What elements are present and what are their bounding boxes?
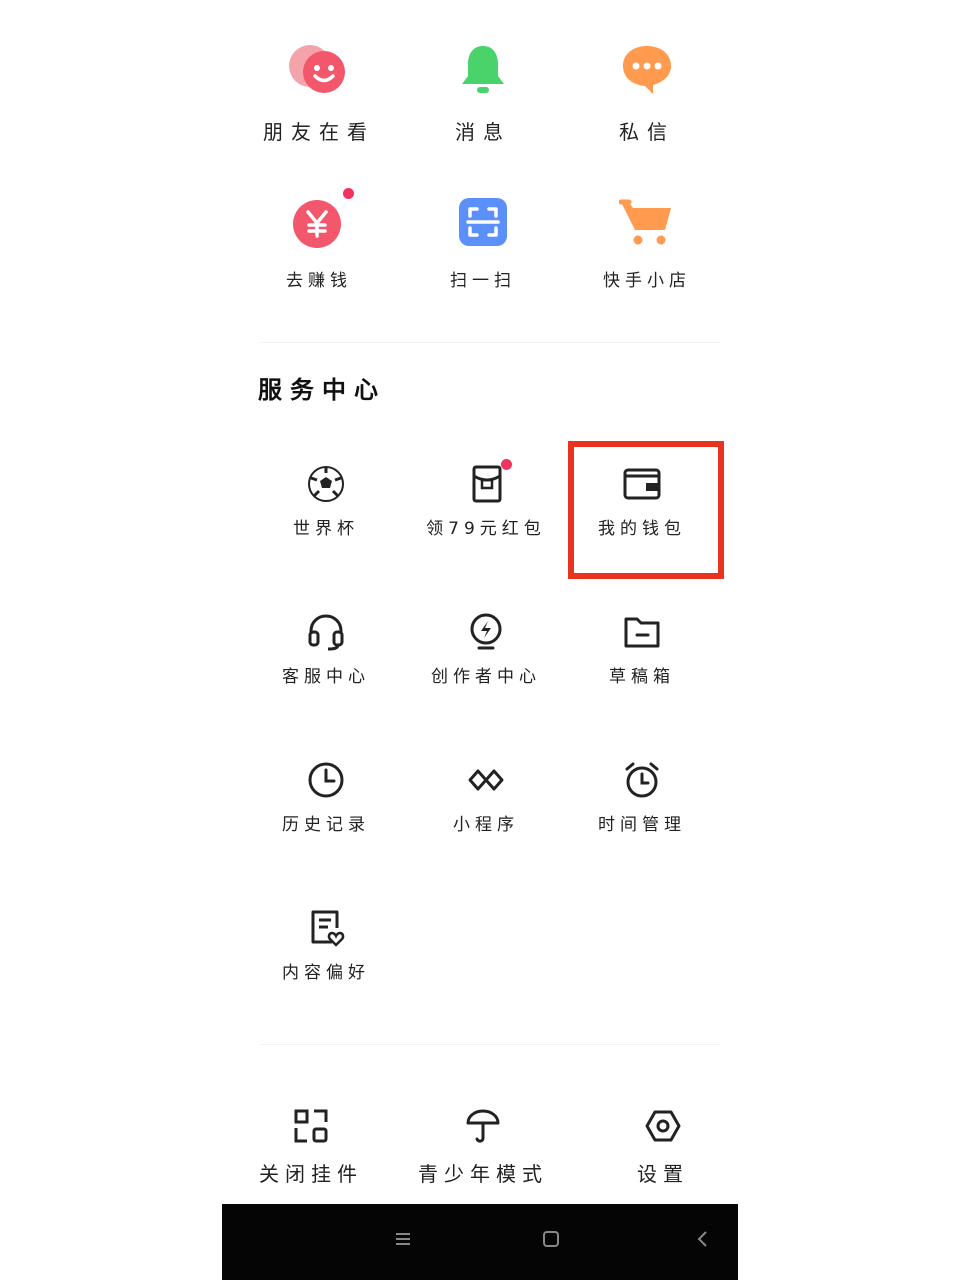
service-item-world-cup[interactable]: 世界杯 [251, 464, 401, 539]
notification-dot [501, 459, 512, 470]
service-item-drafts[interactable]: 草稿箱 [567, 612, 717, 687]
section-title-service-center: 服务中心 [258, 376, 386, 404]
bottom-item-label: 青少年模式 [418, 1162, 548, 1186]
service-item-history[interactable]: 历史记录 [251, 760, 401, 835]
grid-item-messages[interactable]: 消息 [408, 40, 558, 145]
bottom-item-label: 设置 [637, 1162, 689, 1186]
service-item-content-preference[interactable]: 内容偏好 [251, 908, 401, 983]
service-item-label: 草稿箱 [609, 667, 675, 687]
grid-item-label: 快手小店 [603, 271, 691, 291]
preference-doc-icon [306, 908, 346, 948]
service-item-label: 时间管理 [598, 815, 686, 835]
highlight-box [568, 441, 724, 579]
friends-watching-icon [288, 40, 350, 100]
alarm-clock-icon [622, 760, 662, 800]
grid-item-friends-watching[interactable]: 朋友在看 [244, 40, 394, 145]
widget-icon [293, 1108, 329, 1148]
service-item-time-management[interactable]: 时间管理 [567, 760, 717, 835]
soccer-ball-icon [306, 464, 346, 504]
settings-button[interactable]: 设置 [578, 1108, 748, 1187]
service-item-label: 小程序 [453, 815, 519, 835]
headset-icon [306, 612, 346, 652]
section-divider [260, 342, 720, 343]
grid-item-label: 朋友在看 [263, 120, 375, 144]
grid-item-private-messages[interactable]: 私信 [572, 40, 722, 145]
service-item-mini-program[interactable]: 小程序 [411, 760, 561, 835]
grid-item-label: 消息 [455, 120, 511, 144]
service-item-label: 内容偏好 [282, 963, 370, 983]
service-item-creator-center[interactable]: 创作者中心 [411, 612, 561, 687]
grid-item-earn-money[interactable]: 去赚钱 [244, 188, 394, 291]
folder-icon [622, 612, 662, 652]
menu-nav-icon[interactable] [394, 1230, 412, 1252]
grid-item-label: 私信 [619, 120, 675, 144]
scan-icon [457, 196, 509, 248]
umbrella-icon [465, 1108, 501, 1148]
section-divider [260, 1044, 720, 1045]
youth-mode-button[interactable]: 青少年模式 [398, 1108, 568, 1187]
grid-item-kuaishou-shop[interactable]: 快手小店 [572, 196, 722, 291]
grid-item-label: 扫一扫 [450, 271, 516, 291]
back-nav-icon[interactable] [694, 1230, 712, 1252]
mini-program-icon [464, 760, 508, 800]
service-item-label: 历史记录 [282, 815, 370, 835]
notification-dot [343, 188, 354, 199]
service-item-label: 领79元红包 [426, 519, 546, 539]
bottom-item-label: 关闭挂件 [259, 1162, 363, 1186]
bottom-action-bar: 关闭挂件 青少年模式 设置 [222, 1086, 738, 1204]
phone-screen: 朋友在看 消息 私信 去赚钱 扫一扫 快手小店 服务中心 世界杯 领79元红包 … [222, 0, 738, 1280]
grid-item-scan[interactable]: 扫一扫 [408, 196, 558, 291]
red-packet-icon [466, 459, 512, 504]
close-widget-button[interactable]: 关闭挂件 [226, 1108, 396, 1187]
bell-icon [453, 40, 513, 100]
home-nav-icon[interactable] [542, 1230, 560, 1252]
service-item-label: 世界杯 [293, 519, 359, 539]
service-item-label: 客服中心 [282, 667, 370, 687]
system-navigation-bar [222, 1204, 738, 1280]
service-item-customer-service[interactable]: 客服中心 [251, 612, 401, 687]
grid-item-label: 去赚钱 [286, 271, 352, 291]
yuan-coin-icon [288, 188, 354, 250]
service-item-label: 创作者中心 [431, 667, 541, 687]
chat-bubble-icon [617, 40, 677, 100]
shopping-cart-icon [619, 196, 675, 248]
settings-hex-icon [645, 1108, 681, 1148]
service-item-red-packet[interactable]: 领79元红包 [411, 459, 561, 539]
clock-icon [306, 760, 346, 800]
lightning-bulb-icon [466, 612, 506, 652]
